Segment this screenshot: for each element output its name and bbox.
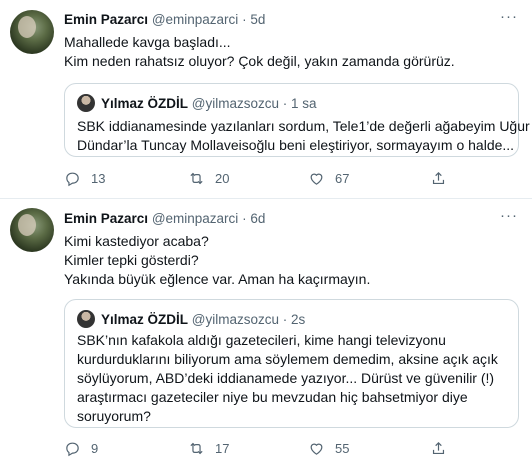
share-button[interactable] (430, 170, 447, 187)
share-button[interactable] (430, 440, 447, 457)
quoted-text-line: söylüyorum, ABD’deki iddianamede yazıyor… (77, 370, 495, 386)
tweet-actions: 9 17 55 (64, 440, 519, 460)
like-button[interactable]: 67 (308, 170, 349, 187)
avatar[interactable] (10, 208, 54, 252)
quoted-text-line: soruyorum? (77, 408, 151, 424)
author-handle[interactable]: @eminpazarci (152, 12, 238, 27)
like-count: 67 (335, 171, 350, 186)
quoted-avatar (77, 94, 95, 112)
quoted-timestamp: 2s (291, 311, 306, 327)
tweet-header: Emin Pazarcı @eminpazarci · 6d (64, 211, 265, 226)
quoted-author-name: Yılmaz ÖZDİL (101, 95, 189, 111)
timestamp[interactable]: 5d (250, 12, 265, 27)
author-name[interactable]: Emin Pazarcı (64, 211, 148, 226)
tweet-text-line: Kimi kastediyor acaba? (64, 233, 209, 249)
quoted-author-handle: @yilmazsozcu (191, 311, 280, 327)
retweet-button[interactable]: 17 (188, 440, 229, 457)
tweet-actions: 13 20 67 (64, 170, 519, 190)
retweet-icon (190, 442, 203, 455)
timestamp[interactable]: 6d (250, 211, 265, 226)
retweet-button[interactable]: 20 (188, 170, 229, 187)
separator: · (242, 12, 247, 27)
quoted-avatar (77, 310, 95, 328)
like-count: 55 (335, 441, 350, 456)
quoted-author-name: Yılmaz ÖZDİL (101, 311, 189, 327)
quoted-tweet-text: SBK’nın kafakola aldığı gazetecileri, ki… (77, 331, 509, 426)
retweet-count: 20 (215, 171, 230, 186)
author-name[interactable]: Emin Pazarcı (64, 12, 148, 27)
heart-icon (310, 173, 323, 185)
share-icon (432, 441, 445, 455)
quoted-tweet[interactable]: Yılmaz ÖZDİL @yilmazsozcu · 2s SBK’nın k… (64, 299, 519, 428)
author-handle[interactable]: @eminpazarci (152, 211, 238, 226)
tweet-text-line: Yakında büyük eğlence var. Aman ha kaçır… (64, 271, 371, 287)
separator: · (282, 311, 288, 327)
more-icon[interactable]: ··· (500, 8, 518, 25)
tweet-text-line: Mahallede kavga başladı... (64, 34, 231, 50)
separator: · (282, 95, 288, 111)
reply-button[interactable]: 13 (64, 170, 105, 187)
quoted-text-line: kurdurduklarını biliyorum ama söylemem d… (77, 351, 498, 367)
retweet-count: 17 (215, 441, 230, 456)
reply-icon (66, 172, 79, 187)
separator: · (242, 211, 247, 226)
quoted-tweet-header: Yılmaz ÖZDİL @yilmazsozcu · 2s (77, 310, 305, 328)
quoted-text-line: Dündar’la Tuncay Mollaveisoğlu beni eleş… (77, 137, 515, 153)
retweet-icon (190, 172, 203, 185)
tweet-header: Emin Pazarcı @eminpazarci · 5d (64, 12, 265, 27)
tweet[interactable]: Emin Pazarcı @eminpazarci · 6d ··· Kimi … (0, 200, 532, 470)
tweet-text: Kimi kastediyor acaba? Kimler tepki göst… (64, 232, 519, 289)
reply-button[interactable]: 9 (64, 440, 98, 457)
heart-icon (310, 443, 323, 455)
quoted-timestamp: 1 sa (291, 95, 317, 111)
quoted-tweet-text: SBK iddianamesinde yazılanları sordum, T… (77, 117, 530, 155)
avatar[interactable] (10, 10, 54, 54)
quoted-tweet-header: Yılmaz ÖZDİL @yilmazsozcu · 1 sa (77, 94, 317, 112)
tweet-text-line: Kim neden rahatsız oluyor? Çok değil, ya… (64, 53, 455, 69)
like-button[interactable]: 55 (308, 440, 349, 457)
share-icon (432, 171, 445, 185)
reply-icon (66, 442, 79, 457)
quoted-tweet[interactable]: Yılmaz ÖZDİL @yilmazsozcu · 1 sa SBK idd… (64, 83, 530, 157)
reply-count: 9 (91, 441, 99, 456)
tweet[interactable]: Emin Pazarcı @eminpazarci · 5d ··· Mahal… (0, 0, 532, 199)
more-icon[interactable]: ··· (500, 207, 518, 224)
quoted-text-line: SBK iddianamesinde yazılanları sordum, T… (77, 118, 530, 134)
quoted-text-line: SBK’nın kafakola aldığı gazetecileri, ki… (77, 332, 446, 348)
tweet-text-line: Kimler tepki gösterdi? (64, 252, 199, 268)
reply-count: 13 (91, 171, 106, 186)
tweet-text: Mahallede kavga başladı... Kim neden rah… (64, 33, 519, 71)
quoted-author-handle: @yilmazsozcu (191, 95, 280, 111)
quoted-text-line: araştırmacı gazeteciler niye bu mevzudan… (77, 389, 468, 405)
